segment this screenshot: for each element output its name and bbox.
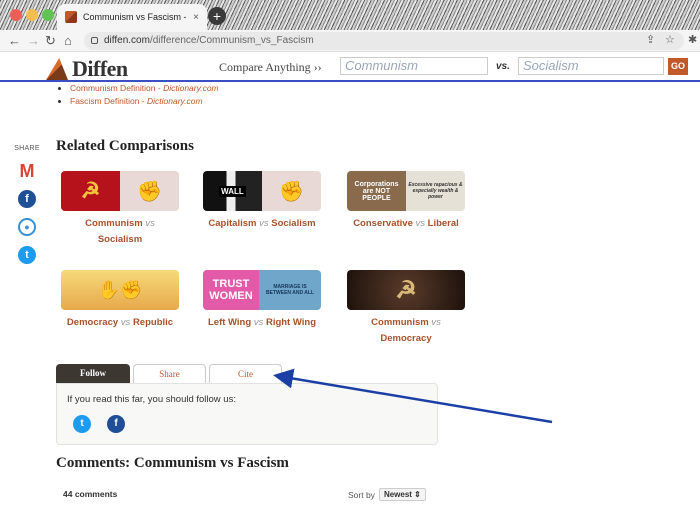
related-card[interactable]: ☭ Communism vs Democracy: [341, 270, 471, 347]
related-card[interactable]: ✋✊ Democracy vs Republic: [55, 270, 185, 331]
site-header: Diffen Compare Anything ›› Communism vs.…: [0, 52, 700, 82]
definition-link[interactable]: Communism Definition - Dictionary.com: [70, 82, 219, 95]
twitter-icon[interactable]: t: [18, 246, 36, 264]
home-icon[interactable]: ⌂: [64, 33, 72, 49]
facebook-follow-icon[interactable]: f: [107, 415, 125, 433]
related-card[interactable]: ☭ ✊ Communism vs Socialism: [55, 171, 185, 248]
card-thumbnail: ✋✊: [61, 270, 179, 310]
share-label: SHARE: [14, 145, 40, 152]
related-card[interactable]: Corporations are NOT PEOPLE Excessive ra…: [341, 171, 471, 232]
diffen-logo[interactable]: Diffen: [46, 56, 128, 82]
forward-icon[interactable]: →: [27, 33, 40, 49]
related-card[interactable]: WALL ✊ Capitalism vs Socialism: [197, 171, 327, 232]
new-tab-button[interactable]: +: [208, 7, 226, 25]
card-thumbnail: WALL ✊: [203, 171, 321, 211]
card-label: Communism vs Socialism: [85, 218, 155, 245]
twitter-follow-icon[interactable]: t: [73, 415, 91, 433]
url-domain: diffen.com: [104, 35, 150, 46]
comments-count: 44 comments: [63, 489, 118, 499]
tab-follow[interactable]: Follow: [56, 364, 130, 383]
definition-links: Communism Definition - Dictionary.com Fa…: [70, 82, 219, 108]
card-label: Left Wing vs Right Wing: [207, 317, 316, 328]
follow-panel: If you read this far, you should follow …: [56, 383, 438, 445]
extensions-icon[interactable]: ✱: [688, 33, 697, 46]
tab-share[interactable]: Share: [133, 364, 206, 383]
follow-message: If you read this far, you should follow …: [67, 394, 236, 405]
sort-control: Sort by Newest ⇕: [348, 488, 426, 501]
tab-close-icon[interactable]: ×: [193, 12, 199, 23]
card-label: Capitalism vs Socialism: [208, 218, 316, 229]
reload-icon[interactable]: ↻: [45, 33, 56, 49]
diffen-favicon-icon: [65, 11, 77, 23]
vs-label: vs.: [496, 61, 510, 72]
card-thumbnail: Corporations are NOT PEOPLE Excessive ra…: [347, 171, 465, 211]
definition-link[interactable]: Fascism Definition - Dictionary.com: [70, 95, 219, 108]
minimize-window-button[interactable]: [26, 9, 38, 21]
back-icon[interactable]: ←: [8, 33, 21, 49]
reddit-icon[interactable]: ●: [18, 218, 36, 236]
go-button[interactable]: GO: [668, 58, 688, 75]
url-path: /difference/Communism_vs_Fascism: [149, 35, 314, 46]
lock-icon: [91, 37, 98, 44]
address-bar[interactable]: diffen.com/difference/Communism_vs_Fasci…: [84, 32, 684, 50]
gmail-icon[interactable]: M: [18, 162, 36, 180]
card-thumbnail: TRUST WOMEN MARRIAGE IS BETWEEN AND ALL: [203, 270, 321, 310]
compare-input-1[interactable]: Communism: [340, 57, 488, 75]
browser-tab[interactable]: Communism vs Fascism - Diffe ×: [57, 4, 207, 30]
tab-cite[interactable]: Cite: [209, 364, 282, 383]
related-comparisons-heading: Related Comparisons: [56, 138, 194, 154]
logo-mark-icon: [46, 58, 68, 80]
share-rail: SHARE M f ● t: [12, 145, 42, 264]
browser-toolbar: ← → ↻ ⌂ diffen.com/difference/Communism_…: [0, 30, 700, 52]
card-label: Communism vs Democracy: [371, 317, 441, 344]
sort-select[interactable]: Newest ⇕: [378, 488, 426, 501]
bookmark-star-icon[interactable]: ☆: [665, 33, 675, 46]
comments-heading: Comments: Communism vs Fascism: [56, 455, 289, 471]
card-thumbnail: ☭: [347, 270, 465, 310]
compare-anything-label: Compare Anything ››: [219, 60, 322, 74]
facebook-icon[interactable]: f: [18, 190, 36, 208]
logo-text: Diffen: [72, 56, 128, 81]
card-thumbnail: ☭ ✊: [61, 171, 179, 211]
related-card[interactable]: TRUST WOMEN MARRIAGE IS BETWEEN AND ALL …: [197, 270, 327, 331]
card-label: Democracy vs Republic: [66, 317, 174, 328]
maximize-window-button[interactable]: [42, 9, 54, 21]
close-window-button[interactable]: [10, 9, 22, 21]
share-page-icon[interactable]: ⇪: [646, 33, 655, 46]
card-label: Conservative vs Liberal: [353, 218, 459, 229]
compare-input-2[interactable]: Socialism: [518, 57, 664, 75]
browser-titlebar: Communism vs Fascism - Diffe × +: [0, 0, 700, 30]
tab-title: Communism vs Fascism - Diffe: [83, 12, 187, 22]
sort-label: Sort by: [348, 489, 375, 500]
